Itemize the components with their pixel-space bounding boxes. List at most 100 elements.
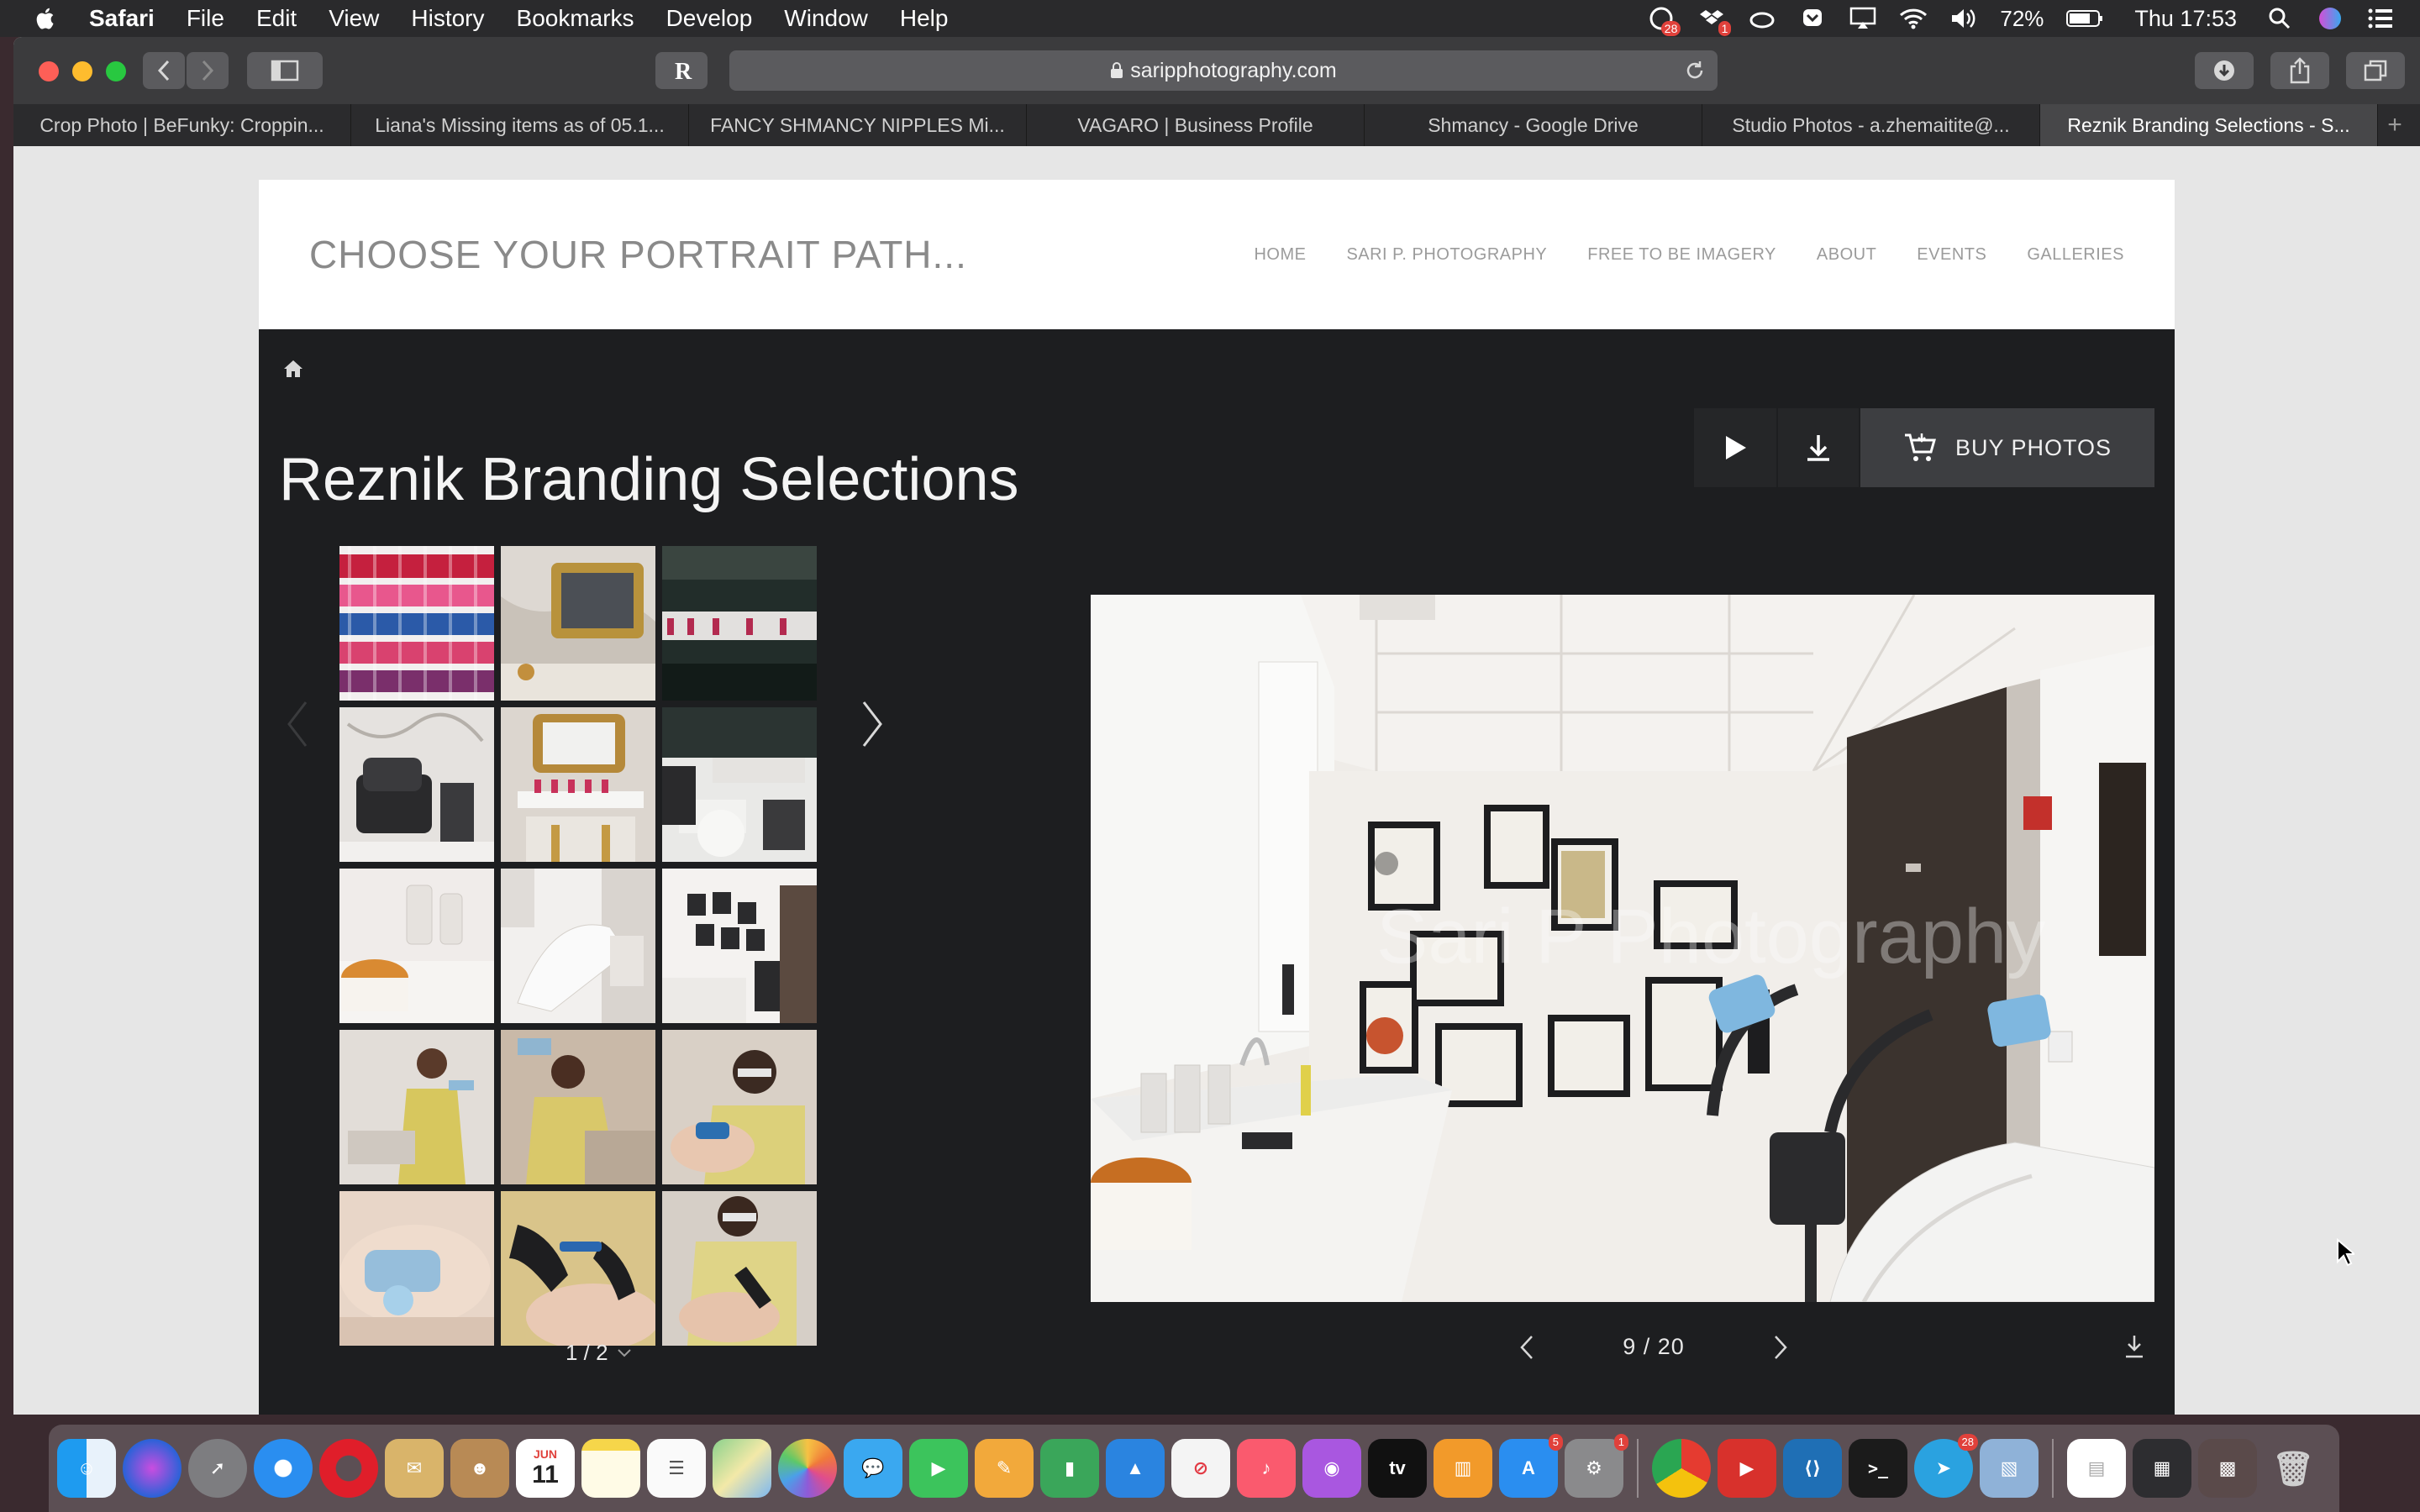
dock-news-icon[interactable]: ⊘ <box>1171 1439 1230 1498</box>
site-title[interactable]: CHOOSE YOUR PORTRAIT PATH... <box>309 180 967 329</box>
tab-vagaro[interactable]: VAGARO | Business Profile <box>1027 104 1365 146</box>
download-photo-button[interactable] <box>2124 1334 2144 1359</box>
download-gallery-button[interactable] <box>1778 408 1859 487</box>
dock-system-preferences-icon[interactable]: ⚙ 1 <box>1565 1434 1628 1498</box>
airplay-icon[interactable] <box>1849 4 1877 33</box>
dock-music-icon[interactable]: ♪ <box>1237 1439 1296 1498</box>
downloads-button[interactable] <box>2195 52 2254 89</box>
menu-bookmarks[interactable]: Bookmarks <box>517 5 634 32</box>
thumbnail-artist-focus[interactable] <box>662 1191 817 1346</box>
share-button[interactable] <box>2270 52 2329 89</box>
slideshow-button[interactable] <box>1694 408 1776 487</box>
dock-terminal-icon[interactable]: >_ <box>1849 1439 1907 1498</box>
dock-preview-icon[interactable]: ▧ <box>1980 1439 2039 1498</box>
thumbnail-artist-closeup[interactable] <box>662 1030 817 1184</box>
menu-app-name[interactable]: Safari <box>89 5 155 32</box>
address-bar[interactable]: saripphotography.com <box>729 50 1718 91</box>
menu-edit[interactable]: Edit <box>256 5 297 32</box>
tab-missing-items[interactable]: Liana's Missing items as of 05.1... <box>351 104 689 146</box>
new-tab-button[interactable]: + <box>2378 104 2412 146</box>
volume-icon[interactable] <box>1949 4 1978 33</box>
dock-facetime-icon[interactable]: ▶ <box>909 1439 968 1498</box>
dock-maps-icon[interactable] <box>713 1439 771 1498</box>
pocket-icon[interactable] <box>1798 4 1827 33</box>
thumbnail-gold-mirror-counter[interactable] <box>501 707 655 862</box>
thumbnail-wax-warmer[interactable] <box>339 869 494 1023</box>
dock-document-icon[interactable]: ▤ <box>2067 1439 2126 1498</box>
creative-cloud-icon[interactable]: 28 <box>1647 4 1681 36</box>
dock-pages-icon[interactable]: ✎ <box>975 1439 1034 1498</box>
tab-overview-button[interactable] <box>2346 52 2405 89</box>
dock-finder-icon[interactable]: ☺ <box>57 1439 116 1498</box>
dock-reminders-icon[interactable]: ☰ <box>647 1439 706 1498</box>
thumbnail-artist-working-2[interactable] <box>501 1030 655 1184</box>
thumbnail-gloved-hands[interactable] <box>501 1191 655 1346</box>
dock-messages-icon[interactable]: 💬 <box>844 1439 902 1498</box>
thumbnail-treatment-bed[interactable] <box>501 869 655 1023</box>
tab-studio-photos[interactable]: Studio Photos - a.zhemaitite@... <box>1702 104 2040 146</box>
forward-button[interactable] <box>187 52 229 89</box>
dock-photos-icon[interactable] <box>778 1439 837 1498</box>
dropbox-icon[interactable]: 1 <box>1697 4 1732 36</box>
thumbnail-page-selector[interactable]: 1 / 2 <box>566 1340 632 1366</box>
dock-pdf-app-icon[interactable]: ▶ <box>1718 1439 1776 1498</box>
nav-about[interactable]: ABOUT <box>1817 245 1876 265</box>
thumbnail-dark-shelf[interactable] <box>662 546 817 701</box>
dock-keynote-icon[interactable]: ▲ <box>1106 1439 1165 1498</box>
dock-chrome-icon[interactable] <box>1652 1439 1711 1498</box>
dock-trash-icon[interactable]: 🗑 <box>2264 1439 2323 1498</box>
tab-befunky[interactable]: Crop Photo | BeFunky: Croppin... <box>13 104 351 146</box>
reader-extension-button[interactable]: R <box>655 52 708 89</box>
menu-file[interactable]: File <box>187 5 224 32</box>
thumbnail-pedicure-chair[interactable] <box>339 707 494 862</box>
notification-center-icon[interactable] <box>2366 4 2395 33</box>
dock-stack-icon[interactable]: ▦ <box>2133 1439 2191 1498</box>
minimize-window-button[interactable] <box>72 61 92 81</box>
dock-launchpad-icon[interactable]: ➚ <box>188 1439 247 1498</box>
tab-reznik-branding[interactable]: Reznik Branding Selections - S... <box>2040 104 2378 146</box>
dock-app-store-icon[interactable]: A5 <box>1499 1434 1563 1498</box>
thumbnail-certificates-wall[interactable] <box>662 869 817 1023</box>
back-button[interactable] <box>143 52 185 89</box>
dock-tv-icon[interactable]: tv <box>1368 1439 1427 1498</box>
dock-telegram-icon[interactable]: ➤ 28 <box>1914 1434 1978 1498</box>
sidebar-toggle-button[interactable] <box>247 52 323 89</box>
dock-opera-icon[interactable] <box>319 1439 378 1498</box>
tab-fancy-shmancy[interactable]: FANCY SHMANCY NIPPLES Mi... <box>689 104 1027 146</box>
spotlight-icon[interactable] <box>2265 4 2294 33</box>
thumbnails-next-arrow[interactable] <box>860 699 886 749</box>
thumbnail-tattoo-machine[interactable] <box>339 1191 494 1346</box>
dock-downloads-stack-icon[interactable]: ▩ <box>2198 1439 2257 1498</box>
dock-safari-icon[interactable] <box>254 1439 313 1498</box>
nav-home[interactable]: HOME <box>1254 245 1306 265</box>
menu-develop[interactable]: Develop <box>666 5 753 32</box>
close-window-button[interactable] <box>39 61 59 81</box>
menu-view[interactable]: View <box>329 5 379 32</box>
apple-menu-icon[interactable] <box>34 6 59 31</box>
reload-icon[interactable] <box>1684 60 1706 81</box>
thumbnail-gold-mirror[interactable] <box>501 546 655 701</box>
dock-vscode-icon[interactable]: ⟨⟩ <box>1783 1439 1842 1498</box>
menu-window[interactable]: Window <box>784 5 868 32</box>
thumbnail-nail-polish-wall[interactable] <box>339 546 494 701</box>
dock-numbers-icon[interactable]: ▮ <box>1040 1439 1099 1498</box>
nav-free-to-be-imagery[interactable]: FREE TO BE IMAGERY <box>1587 245 1776 265</box>
nav-events[interactable]: EVENTS <box>1917 245 1986 265</box>
nav-sari-p-photography[interactable]: SARI P. PHOTOGRAPHY <box>1346 245 1547 265</box>
buy-photos-button[interactable]: BUY PHOTOS <box>1860 408 2154 487</box>
menu-history[interactable]: History <box>411 5 484 32</box>
previous-photo-button[interactable] <box>1519 1335 1534 1360</box>
dock-books-icon[interactable]: ▥ <box>1434 1439 1492 1498</box>
nav-galleries[interactable]: GALLERIES <box>2027 245 2124 265</box>
thumbnail-artist-working-1[interactable] <box>339 1030 494 1184</box>
next-photo-button[interactable] <box>1773 1335 1788 1360</box>
cloud-sync-icon[interactable] <box>1748 4 1776 33</box>
dock-podcasts-icon[interactable]: ◉ <box>1302 1439 1361 1498</box>
main-photo[interactable]: Sari P Photography <box>1091 595 2154 1302</box>
dock-calendar-icon[interactable]: JUN 11 <box>516 1439 575 1498</box>
thumbnails-prev-arrow[interactable] <box>284 699 309 749</box>
home-icon[interactable] <box>282 358 304 380</box>
menu-help[interactable]: Help <box>900 5 949 32</box>
siri-icon[interactable] <box>2316 4 2344 33</box>
dock-contacts-icon[interactable]: ☻ <box>450 1439 509 1498</box>
